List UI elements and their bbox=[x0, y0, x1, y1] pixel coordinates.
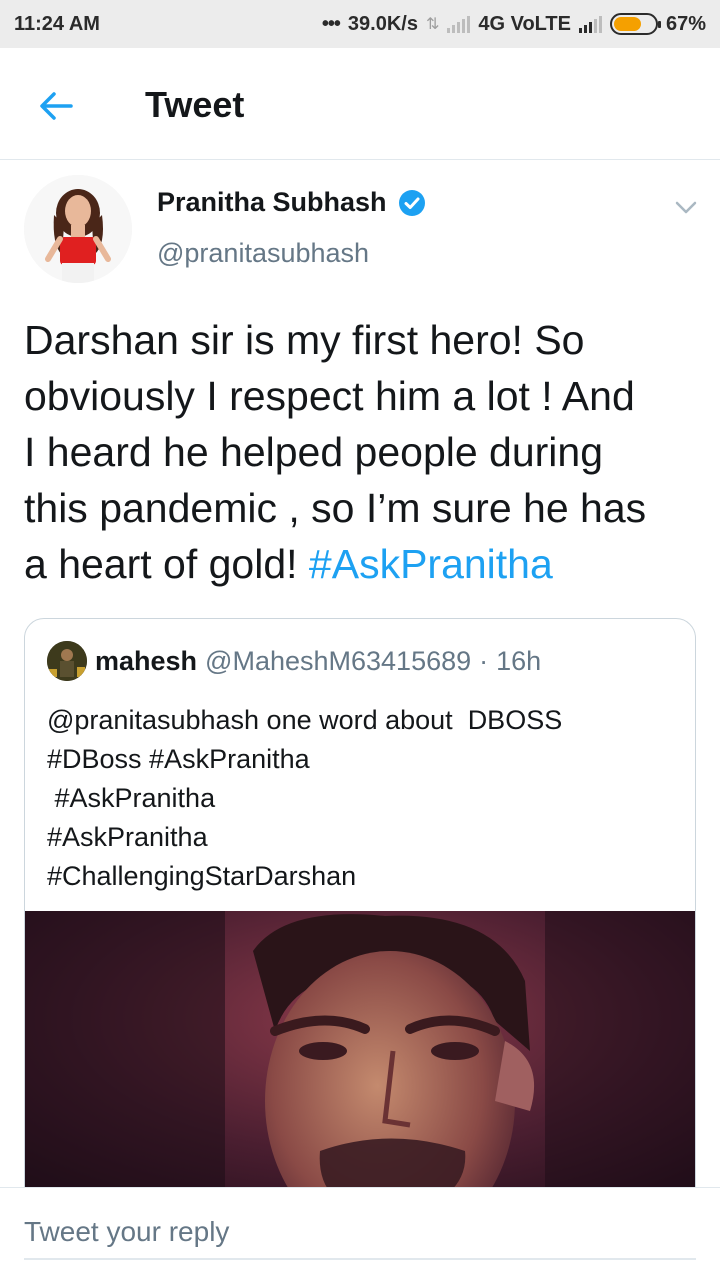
reply-bar bbox=[0, 1187, 720, 1280]
quoted-text-line: @pranitasubhash one word about DBOSS bbox=[47, 705, 563, 735]
tweet-text-line: a heart of gold! #AskPranitha bbox=[24, 536, 704, 592]
quoted-tweet-header: mahesh @MaheshM63415689 · 16h bbox=[47, 641, 541, 681]
quoted-tweet-image[interactable] bbox=[25, 911, 696, 1218]
separator-dot: · bbox=[479, 645, 489, 676]
data-transfer-icon: ⇅ bbox=[425, 16, 440, 33]
tweet-text-line: obviously I respect him a lot ! And bbox=[24, 373, 635, 419]
status-indicators: ••• 39.0K/s ⇅ 4G VoLTE 67% bbox=[322, 13, 706, 36]
network-type: 4G VoLTE bbox=[478, 12, 571, 35]
network-speed: 39.0K/s bbox=[347, 12, 418, 35]
chevron-down-icon[interactable] bbox=[672, 193, 700, 221]
status-bar: 11:24 AM ••• 39.0K/s ⇅ 4G VoLTE 67% bbox=[0, 0, 720, 48]
signal-strength-icon bbox=[578, 15, 602, 33]
quoted-tweet-text: @pranitasubhash one word about DBOSS #DB… bbox=[47, 701, 677, 896]
battery-percent: 67% bbox=[665, 12, 706, 35]
tweet-text-line: Darshan sir is my first hero! So bbox=[24, 317, 585, 363]
quoted-tweet-card[interactable]: mahesh @MaheshM63415689 · 16h @pranitasu… bbox=[24, 618, 696, 1218]
verified-badge-icon bbox=[398, 189, 425, 216]
back-arrow-icon bbox=[40, 92, 73, 120]
quoted-author-handle: @MaheshM63415689 bbox=[205, 645, 472, 676]
author-name-row[interactable]: Pranitha Subhash bbox=[157, 187, 427, 218]
author-photo bbox=[24, 175, 132, 283]
author-handle[interactable]: @pranitasubhash bbox=[157, 238, 369, 269]
page-title: Tweet bbox=[145, 84, 245, 125]
quoted-text-line: #AskPranitha bbox=[47, 822, 208, 852]
hashtag-link[interactable]: #AskPranitha bbox=[309, 541, 553, 587]
author-avatar[interactable] bbox=[24, 175, 132, 283]
author-name[interactable]: Pranitha Subhash bbox=[157, 187, 387, 218]
quoted-text-line: #ChallengingStarDarshan bbox=[47, 861, 357, 891]
tweet-text-segment: a heart of gold! bbox=[24, 541, 309, 587]
reply-input[interactable] bbox=[24, 1206, 696, 1260]
quoted-author-photo bbox=[47, 641, 87, 681]
back-button[interactable] bbox=[34, 84, 78, 128]
battery-level bbox=[613, 17, 641, 31]
status-time: 11:24 AM bbox=[14, 12, 100, 35]
quoted-text-line: #DBoss #AskPranitha bbox=[47, 744, 310, 774]
app-header: Tweet bbox=[0, 48, 720, 160]
quoted-time: 16h bbox=[496, 645, 542, 676]
tweet-text: Darshan sir is my first hero! So obvious… bbox=[24, 312, 704, 592]
battery-icon bbox=[609, 13, 661, 35]
signal-icon bbox=[447, 15, 471, 33]
quoted-author-avatar bbox=[47, 641, 87, 681]
more-dots-icon: ••• bbox=[321, 12, 341, 35]
tweet-text-line: this pandemic , so I’m sure he has bbox=[24, 485, 647, 531]
quoted-text-line: #AskPranitha bbox=[47, 783, 216, 813]
tweet-text-line: I heard he helped people during bbox=[24, 429, 604, 475]
quoted-author-name: mahesh bbox=[95, 645, 198, 676]
